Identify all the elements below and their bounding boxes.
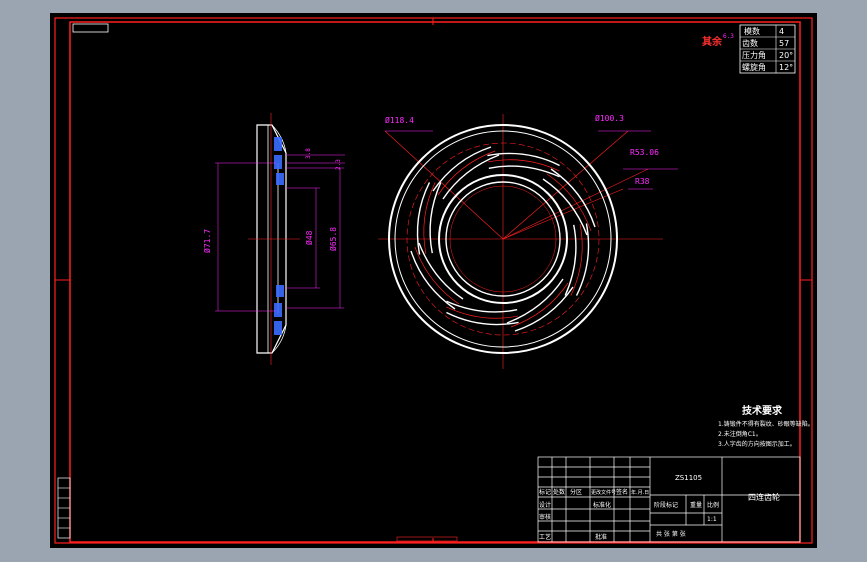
bottom-scale-bar — [396, 536, 458, 542]
dim-front-outer: Ø118.4 — [385, 115, 414, 125]
surface-finish-label: 其余 — [702, 35, 723, 48]
part-name: 四连齿轮 — [748, 492, 780, 502]
tb-label-sign: 签名 — [616, 488, 628, 496]
dim-front-inner: Ø100.3 — [595, 113, 624, 123]
param-value-2: 57 — [779, 39, 789, 48]
dim-side-t2: 3.8 — [305, 148, 312, 159]
tb-label-date: 年.月.日 — [631, 489, 649, 496]
param-value-3: 20° — [779, 51, 793, 60]
dim-side-t1: 2.3 — [335, 159, 342, 170]
tb-standard: 标准化 — [593, 501, 611, 509]
tb-stage: 阶段标记 — [654, 501, 678, 509]
dim-r1: R53.06 — [630, 148, 659, 157]
tb-approve: 批准 — [595, 533, 607, 541]
dim-side-d2: Ø48 — [304, 230, 314, 245]
section-hatch — [274, 137, 284, 335]
cad-viewport[interactable]: 模数 4 齿数 57 压力角 20° 螺旋角 12° 其余 6.3 Ø71.7 … — [50, 13, 817, 548]
tb-scale-label: 比例 — [707, 501, 719, 509]
tb-label-doc: 更改文件号 — [591, 489, 616, 496]
tech-req-title: 技术要求 — [742, 404, 783, 417]
tech-req-2: 2.未注倒角C1。 — [718, 430, 762, 438]
code-box — [72, 23, 109, 33]
tb-design: 设计 — [539, 501, 551, 509]
dim-side-d1: Ø71.7 — [202, 229, 212, 253]
tb-label-zone: 分区 — [570, 488, 582, 496]
param-table: 模数 4 齿数 57 压力角 20° 螺旋角 12° — [739, 24, 796, 74]
tb-sheet: 共 张 第 张 — [656, 530, 686, 538]
tb-process: 工艺 — [539, 533, 551, 541]
tb-weight: 重量 — [690, 501, 702, 509]
tb-label-count: 处数 — [553, 488, 565, 496]
surface-finish-value: 6.3 — [723, 33, 734, 40]
param-label-1: 模数 — [744, 26, 760, 36]
tb-scale: 1:1 — [707, 516, 717, 523]
dim-side-d3: Ø65.8 — [328, 227, 338, 251]
tb-label-mark: 标记 — [539, 488, 551, 496]
tech-req-1: 1.铸锻件不得有裂纹、砂眼等缺陷。 — [718, 420, 814, 428]
dim-r2: R38 — [635, 177, 650, 186]
tech-req-3: 3.人字齿的方向按图示加工。 — [718, 440, 796, 448]
param-label-2: 齿数 — [742, 38, 758, 48]
param-label-4: 螺旋角 — [742, 62, 766, 72]
param-label-3: 压力角 — [742, 50, 766, 60]
left-strip — [57, 477, 71, 539]
cad-drawing: 模数 4 齿数 57 压力角 20° 螺旋角 12° 其余 6.3 Ø71.7 … — [54, 17, 814, 544]
drawing-number: ZS1105 — [675, 474, 702, 482]
param-value-4: 12° — [779, 63, 793, 72]
tb-review: 审核 — [539, 513, 551, 521]
param-value-1: 4 — [779, 27, 784, 36]
